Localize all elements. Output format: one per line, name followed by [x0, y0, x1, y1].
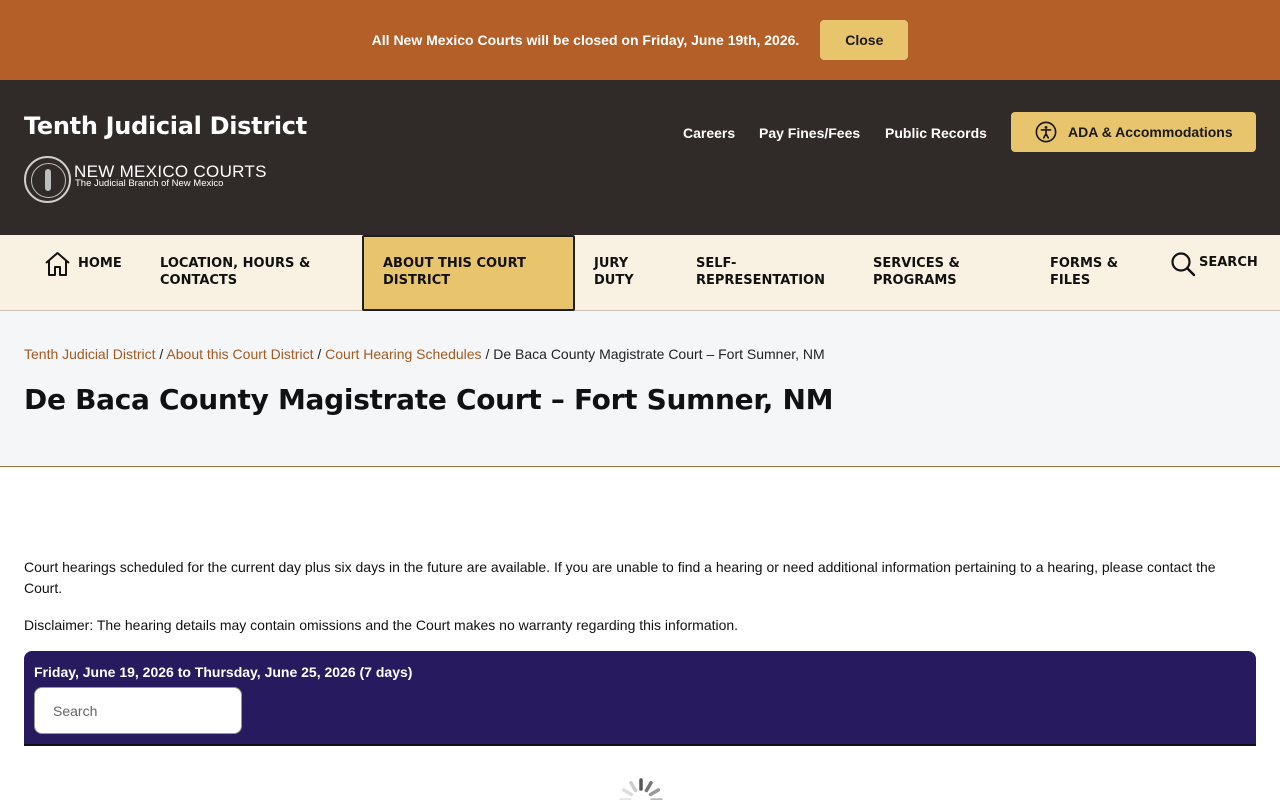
nav-search[interactable]: SEARCH — [1199, 254, 1258, 271]
nav-self-rep-line2: REPRESENTATION — [696, 273, 825, 288]
alert-message: All New Mexico Courts will be closed on … — [371, 32, 800, 48]
nav-services-programs[interactable]: SERVICES & PROGRAMS — [873, 255, 960, 289]
breadcrumb-current: De Baca County Magistrate Court – Fort S… — [493, 346, 825, 362]
ada-accommodations-button[interactable]: ADA & Accommodations — [1011, 112, 1256, 152]
site-header: Tenth Judicial District NEW MEXICO COURT… — [0, 80, 1280, 235]
nav-self-representation[interactable]: SELF- REPRESENTATION — [696, 255, 825, 289]
site-title[interactable]: Tenth Judicial District — [24, 112, 307, 140]
page-title: De Baca County Magistrate Court – Fort S… — [24, 383, 834, 416]
schedule-panel: Friday, June 19, 2026 to Thursday, June … — [24, 651, 1256, 746]
breadcrumb-link-about[interactable]: About this Court District — [166, 346, 313, 362]
nav-about-court-district[interactable]: ABOUT THIS COURT DISTRICT — [383, 255, 526, 289]
main-nav: HOME LOCATION, HOURS & CONTACTS ABOUT TH… — [0, 235, 1280, 311]
breadcrumb-link-district[interactable]: Tenth Judicial District — [24, 346, 156, 362]
breadcrumb-link-schedules[interactable]: Court Hearing Schedules — [325, 346, 481, 362]
nav-about-line2: DISTRICT — [383, 273, 451, 288]
careers-link[interactable]: Careers — [683, 125, 735, 141]
intro-text: Court hearings scheduled for the current… — [24, 559, 1216, 596]
hearing-search-input[interactable] — [34, 687, 242, 734]
court-seal-icon — [24, 156, 71, 203]
pay-fines-link[interactable]: Pay Fines/Fees — [759, 125, 860, 141]
nav-location-line1: LOCATION, HOURS & — [160, 256, 311, 271]
nav-jury-line2: DUTY — [594, 273, 634, 288]
search-icon[interactable] — [1170, 251, 1196, 277]
nav-jury-line1: JURY — [594, 256, 629, 271]
nav-about-line1: ABOUT THIS COURT — [383, 256, 526, 271]
nav-services-line1: SERVICES & — [873, 256, 960, 271]
date-range: Friday, June 19, 2026 to Thursday, June … — [34, 664, 413, 680]
nav-location-hours-contacts[interactable]: LOCATION, HOURS & CONTACTS — [160, 255, 310, 289]
courts-subtitle: The Judicial Branch of New Mexico — [75, 178, 224, 189]
alert-close-button[interactable]: Close — [820, 20, 909, 60]
home-icon — [45, 252, 70, 276]
alert-banner: All New Mexico Courts will be closed on … — [0, 0, 1280, 80]
nav-forms-line2: FILES — [1050, 273, 1091, 288]
accessibility-icon — [1035, 121, 1057, 143]
breadcrumb: Tenth Judicial District / About this Cou… — [24, 346, 825, 362]
nav-location-line2: CONTACTS — [160, 273, 238, 288]
nav-forms-files[interactable]: FORMS & FILES — [1050, 255, 1118, 289]
public-records-link[interactable]: Public Records — [885, 125, 987, 141]
ada-label: ADA & Accommodations — [1068, 124, 1233, 140]
nav-home[interactable]: HOME — [78, 255, 122, 272]
disclaimer-text: Disclaimer: The hearing details may cont… — [24, 617, 739, 633]
nav-services-line2: PROGRAMS — [873, 273, 957, 288]
nav-forms-line1: FORMS & — [1050, 256, 1119, 271]
page-title-band: Tenth Judicial District / About this Cou… — [0, 311, 1280, 467]
breadcrumb-separator: / — [313, 346, 326, 362]
loading-spinner-icon — [619, 778, 663, 800]
nav-jury-duty[interactable]: JURY DUTY — [594, 255, 634, 289]
breadcrumb-separator: / — [481, 346, 494, 362]
breadcrumb-separator: / — [155, 346, 167, 362]
nav-self-rep-line1: SELF- — [696, 256, 737, 271]
